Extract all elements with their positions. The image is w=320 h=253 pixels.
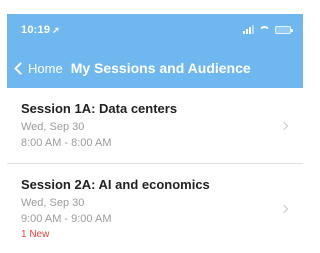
session-row[interactable]: Session 1A: Data centers Wed, Sep 30 8:0… xyxy=(7,88,303,164)
app-screen: 10:19 ➚ Home My Sessions and Audience Ses… xyxy=(7,14,303,253)
signal-icon xyxy=(243,25,254,34)
back-button-label: Home xyxy=(28,60,63,76)
session-title: Session 1A: Data centers xyxy=(21,101,178,116)
session-date: Wed, Sep 30 xyxy=(21,197,85,209)
header: 10:19 ➚ Home My Sessions and Audience xyxy=(7,14,303,88)
location-arrow-icon: ➚ xyxy=(52,25,60,35)
new-count-badge: 1 New xyxy=(21,229,50,240)
session-row[interactable]: Session 2A: AI and economics Wed, Sep 30… xyxy=(7,164,303,253)
status-bar: 10:19 ➚ xyxy=(7,14,303,48)
chevron-left-icon xyxy=(14,61,27,75)
back-button[interactable]: Home xyxy=(13,61,63,76)
wifi-icon xyxy=(259,26,270,34)
status-time-text: 10:19 xyxy=(21,24,51,36)
status-time: 10:19 ➚ xyxy=(21,24,60,36)
session-time: 9:00 AM - 9:00 AM xyxy=(21,213,112,225)
page-title: My Sessions and Audience xyxy=(70,60,251,76)
session-list: Session 1A: Data centers Wed, Sep 30 8:0… xyxy=(7,88,303,253)
session-date: Wed, Sep 30 xyxy=(21,121,85,133)
session-title: Session 2A: AI and economics xyxy=(21,177,210,192)
navigation-bar: Home My Sessions and Audience xyxy=(7,56,303,80)
session-time: 8:00 AM - 8:00 AM xyxy=(21,137,112,149)
battery-icon xyxy=(275,25,293,34)
status-icons xyxy=(243,25,293,34)
